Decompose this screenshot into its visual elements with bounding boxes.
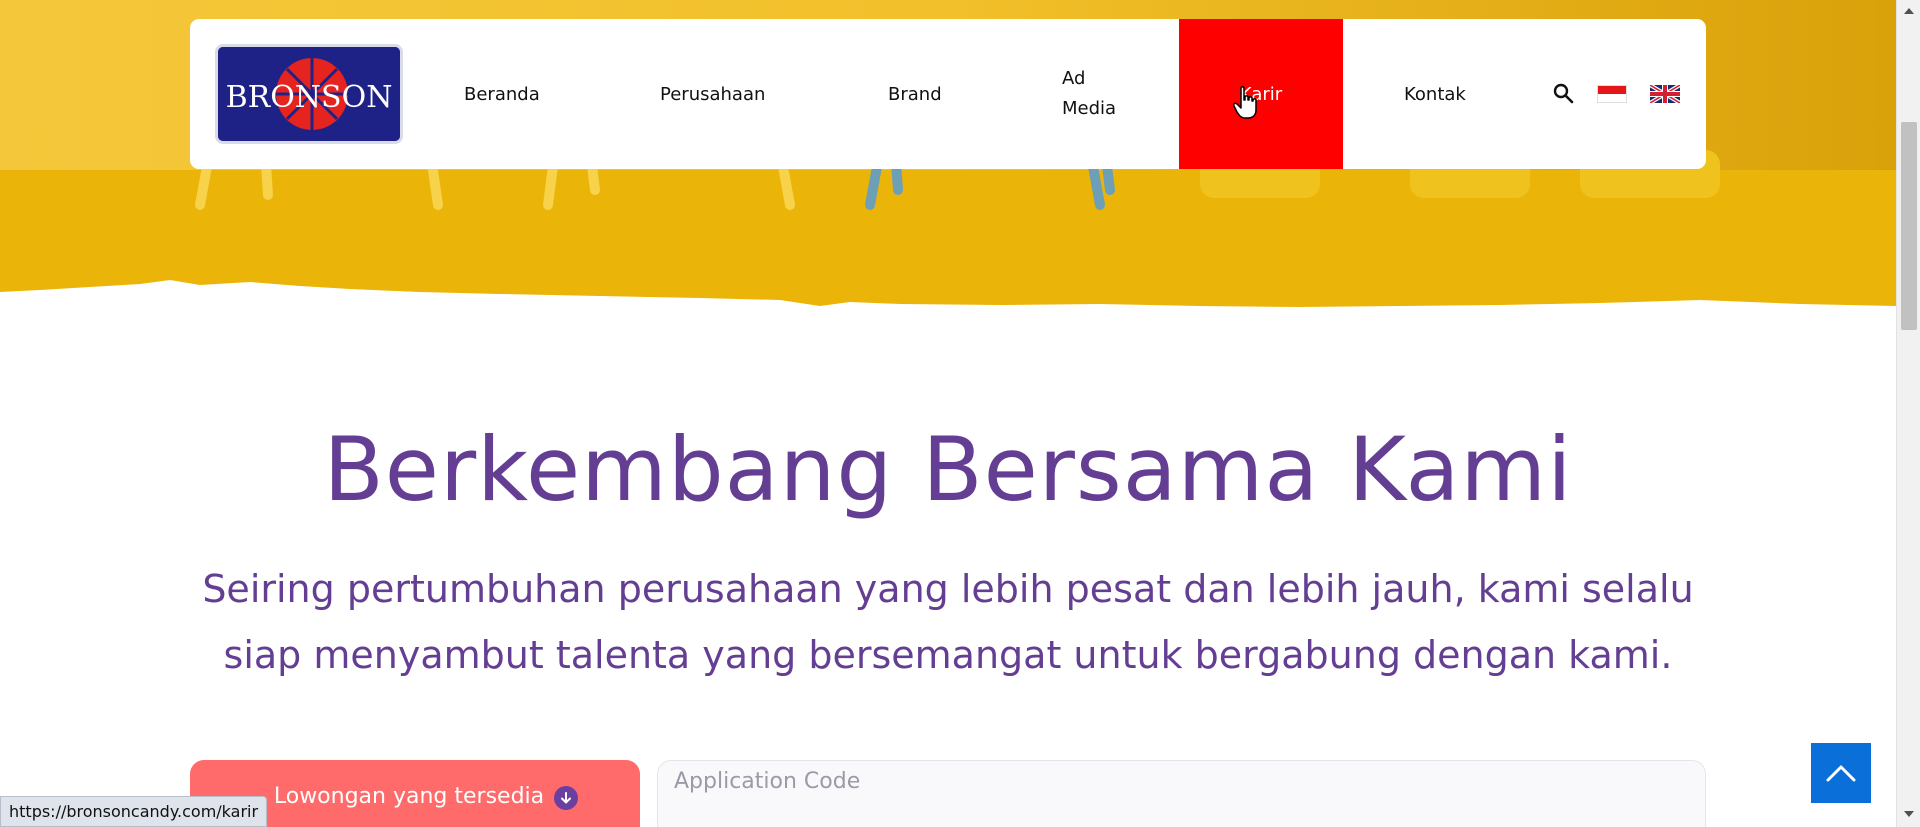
nav-label: Ad Media (1062, 68, 1117, 119)
id-flag-icon[interactable] (1597, 85, 1627, 103)
search-icon[interactable] (1552, 82, 1576, 106)
vertical-scrollbar[interactable] (1896, 0, 1920, 827)
navbar: BRONSON Beranda Perusahaan Brand Ad Medi… (190, 19, 1706, 169)
nav-brand[interactable]: Brand (888, 19, 942, 169)
bronson-logo[interactable]: BRONSON (215, 44, 403, 144)
back-to-top-button[interactable] (1811, 743, 1871, 803)
nav-label: Kontak (1404, 83, 1466, 105)
page-subtext: Seiring pertumbuhan perusahaan yang lebi… (202, 567, 1694, 677)
logo-image: BRONSON (218, 47, 400, 141)
application-code-input[interactable] (657, 760, 1706, 827)
nav-karir[interactable]: Karir (1179, 19, 1343, 169)
scrollbar-thumb[interactable] (1901, 122, 1917, 330)
scroll-up-arrow-icon[interactable] (1897, 2, 1920, 20)
nav-beranda[interactable]: Beranda (464, 19, 540, 169)
nav-label: Brand (888, 83, 942, 105)
arrow-down-icon (554, 786, 579, 810)
uk-flag-icon[interactable] (1650, 85, 1680, 103)
nav-label: Perusahaan (660, 83, 766, 105)
nav-kontak[interactable]: Kontak (1404, 19, 1466, 169)
vacancy-label: Lowongan yang tersedia (273, 784, 545, 809)
nav-label: Beranda (464, 83, 540, 105)
nav-perusahaan[interactable]: Perusahaan (660, 19, 765, 169)
page-headline: Berkembang Bersama Kami (323, 418, 1573, 521)
status-bar-url: https://bronsoncandy.com/karir (0, 796, 268, 827)
nav-ad-media[interactable]: Ad Media (1062, 19, 1132, 169)
scroll-down-arrow-icon[interactable] (1897, 805, 1920, 823)
hand-cursor-icon (1233, 86, 1259, 120)
chevron-up-icon (1826, 765, 1856, 782)
svg-text:BRONSON: BRONSON (226, 80, 393, 115)
